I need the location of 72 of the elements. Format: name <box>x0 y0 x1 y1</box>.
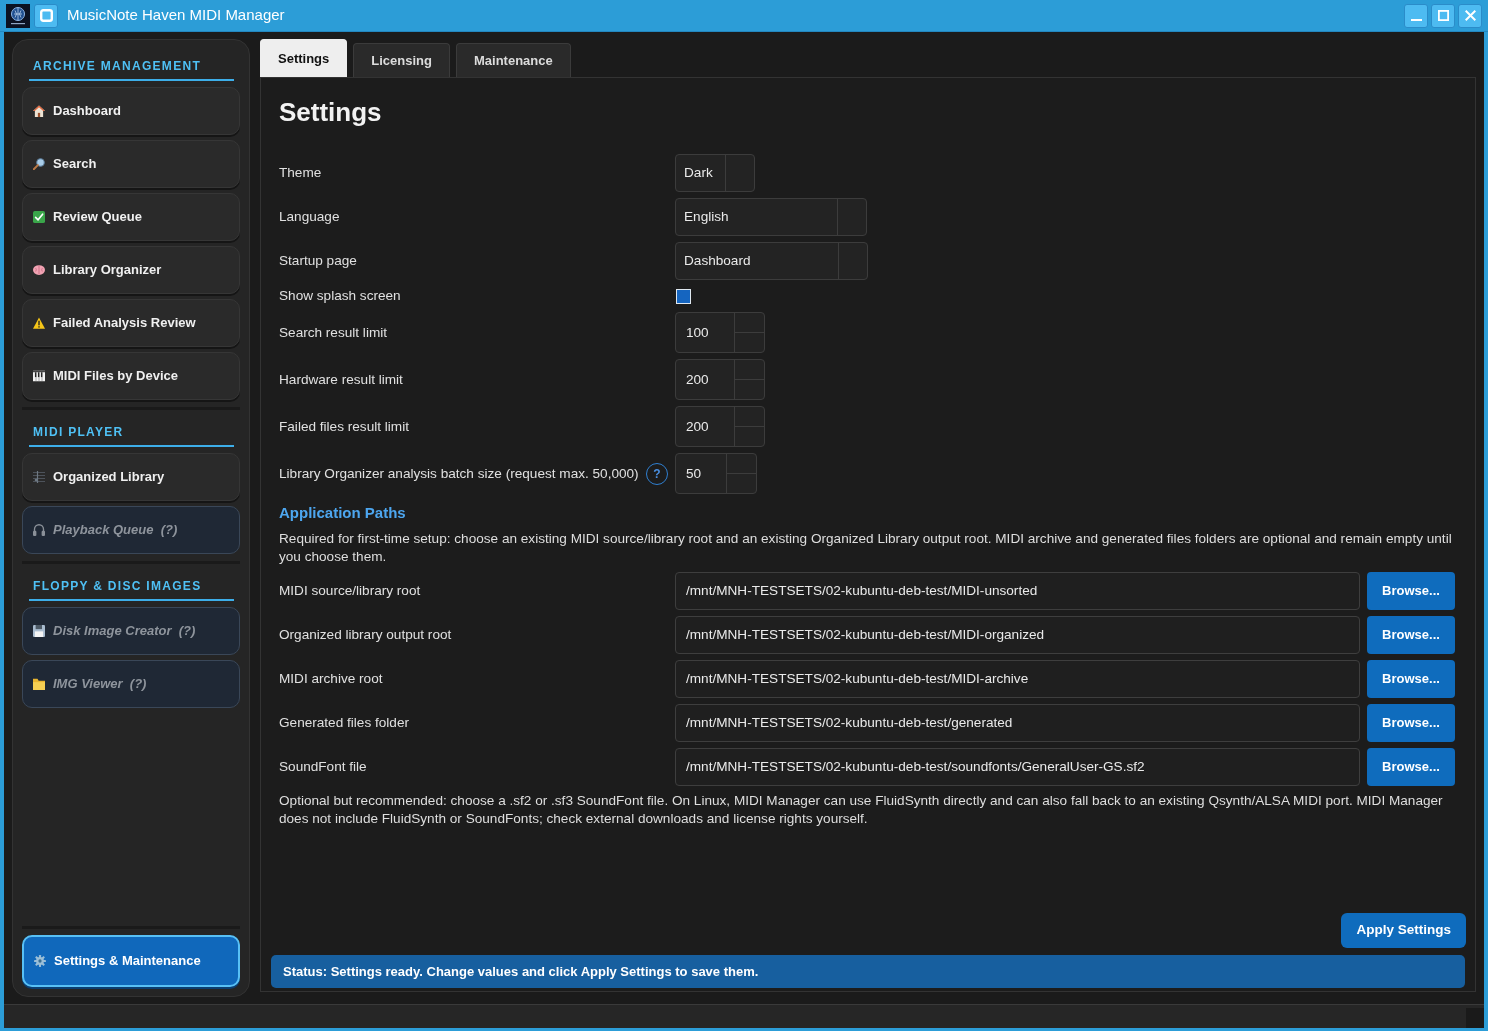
dropdown-field[interactable]: Dark <box>675 154 755 192</box>
number-field[interactable]: 200 <box>675 359 765 401</box>
note-text: Optional but recommended: choose a .sf2 or .sf3 SoundFont file. On Linux, MIDI Manager can use FluidSynth directly and can also fall back to an existing Qsynth/ALSA MIDI port. MIDI Manager does not include FluidSynth or SoundFonts; check external downloads and license rights yourself. <box>279 791 1444 828</box>
number-field[interactable]: 200 <box>675 406 765 448</box>
field-label: Generated files folder <box>279 713 410 732</box>
field-label: Search result limit <box>279 323 388 342</box>
section-heading: FLOPPY & DISC IMAGES <box>29 570 234 601</box>
window-menu-button[interactable] <box>34 3 58 28</box>
field-label: Language <box>279 207 340 226</box>
section-heading: ARCHIVE MANAGEMENT <box>29 50 234 81</box>
sidebar-item[interactable]: Failed Analysis Review <box>22 299 240 347</box>
close-icon <box>1464 10 1476 21</box>
sidebar-item[interactable]: Settings & Maintenance <box>22 935 240 987</box>
house-icon <box>33 105 45 117</box>
resize-grip[interactable] <box>1466 1008 1484 1028</box>
field-label: Hardware result limit <box>279 370 403 389</box>
status-message: Status: Settings ready. Change values and click Apply Settings to save them. <box>271 955 1465 988</box>
field-label: SoundFont file <box>279 757 368 776</box>
gear-icon <box>34 955 46 967</box>
field-label: Startup page <box>279 251 357 270</box>
field-label: MIDI archive root <box>279 669 384 688</box>
maximize-button[interactable] <box>1431 3 1455 28</box>
path-field[interactable]: /mnt/MNH-TESTSETS/02-kubuntu-deb-test/MIDI-archive <box>675 659 1360 698</box>
checkbox[interactable] <box>676 288 691 304</box>
minimize-icon <box>1410 18 1422 21</box>
browse-button[interactable]: Browse... <box>1367 659 1455 698</box>
browse-button[interactable]: Browse... <box>1367 615 1455 654</box>
apply-button[interactable]: Apply Settings <box>1341 913 1466 948</box>
browse-button[interactable]: Browse... <box>1367 571 1455 610</box>
browse-button[interactable]: Browse... <box>1367 747 1455 786</box>
path-field[interactable]: /mnt/MNH-TESTSETS/02-kubuntu-deb-test/generated <box>675 703 1360 742</box>
sidebar-item[interactable]: Review Queue <box>22 193 240 241</box>
path-field[interactable]: /mnt/MNH-TESTSETS/02-kubuntu-deb-test/MIDI-organized <box>675 615 1360 654</box>
sidebar-item[interactable]: Organized Library <box>22 453 240 501</box>
sidebar-item[interactable]: Library Organizer <box>22 246 240 294</box>
headphones-icon <box>33 524 45 536</box>
description-text: Required for first-time setup: choose an existing MIDI source/library root and an existing Organized Library output root. MIDI archive and generated files folders are optional and remain empty until you choose them. <box>279 529 1453 566</box>
dropdown-field[interactable]: English <box>675 198 867 236</box>
section-heading: Application Paths <box>279 503 407 524</box>
field-label: Library Organizer analysis batch size (request max. 50,000) <box>279 464 639 483</box>
field-label: Theme <box>279 163 322 182</box>
path-field[interactable]: /mnt/MNH-TESTSETS/02-kubuntu-deb-test/MIDI-unsorted <box>675 571 1360 610</box>
number-field[interactable]: 50 <box>675 453 757 495</box>
field-label: MIDI source/library root <box>279 581 422 600</box>
music-staff-icon <box>33 471 45 483</box>
checkmark-icon <box>33 211 45 223</box>
tab[interactable]: Settings <box>260 39 348 77</box>
path-field[interactable]: /mnt/MNH-TESTSETS/02-kubuntu-deb-test/soundfonts/GeneralUser-GS.sf2 <box>675 747 1360 786</box>
field-label: Failed files result limit <box>279 417 409 436</box>
tab[interactable]: Maintenance <box>456 43 571 77</box>
browse-button[interactable]: Browse... <box>1367 703 1455 742</box>
window-title: MusicNote Haven MIDI Manager <box>67 5 285 26</box>
dropdown-field[interactable]: Dashboard <box>675 242 868 280</box>
square-icon <box>39 9 53 22</box>
field-label: Show splash screen <box>279 287 401 305</box>
folder-icon <box>33 678 45 690</box>
brain-icon <box>33 264 45 276</box>
close-button[interactable] <box>1458 3 1482 28</box>
field-label: Organized library output root <box>279 625 453 644</box>
sidebar-item[interactable]: MIDI Files by Device <box>22 352 240 400</box>
sidebar-item[interactable]: Search <box>22 140 240 188</box>
sidebar-item[interactable]: Dashboard <box>22 87 240 135</box>
warning-icon <box>33 317 45 329</box>
maximize-icon <box>1437 10 1449 21</box>
tab[interactable]: Licensing <box>353 43 450 77</box>
app-logo-icon <box>6 3 30 28</box>
number-field[interactable]: 100 <box>675 312 765 354</box>
magnifier-icon <box>33 158 45 170</box>
piano-keys-icon <box>33 370 45 382</box>
minimize-button[interactable] <box>1404 3 1428 28</box>
section-heading: MIDI PLAYER <box>29 416 234 447</box>
page-heading: Settings <box>279 96 383 129</box>
